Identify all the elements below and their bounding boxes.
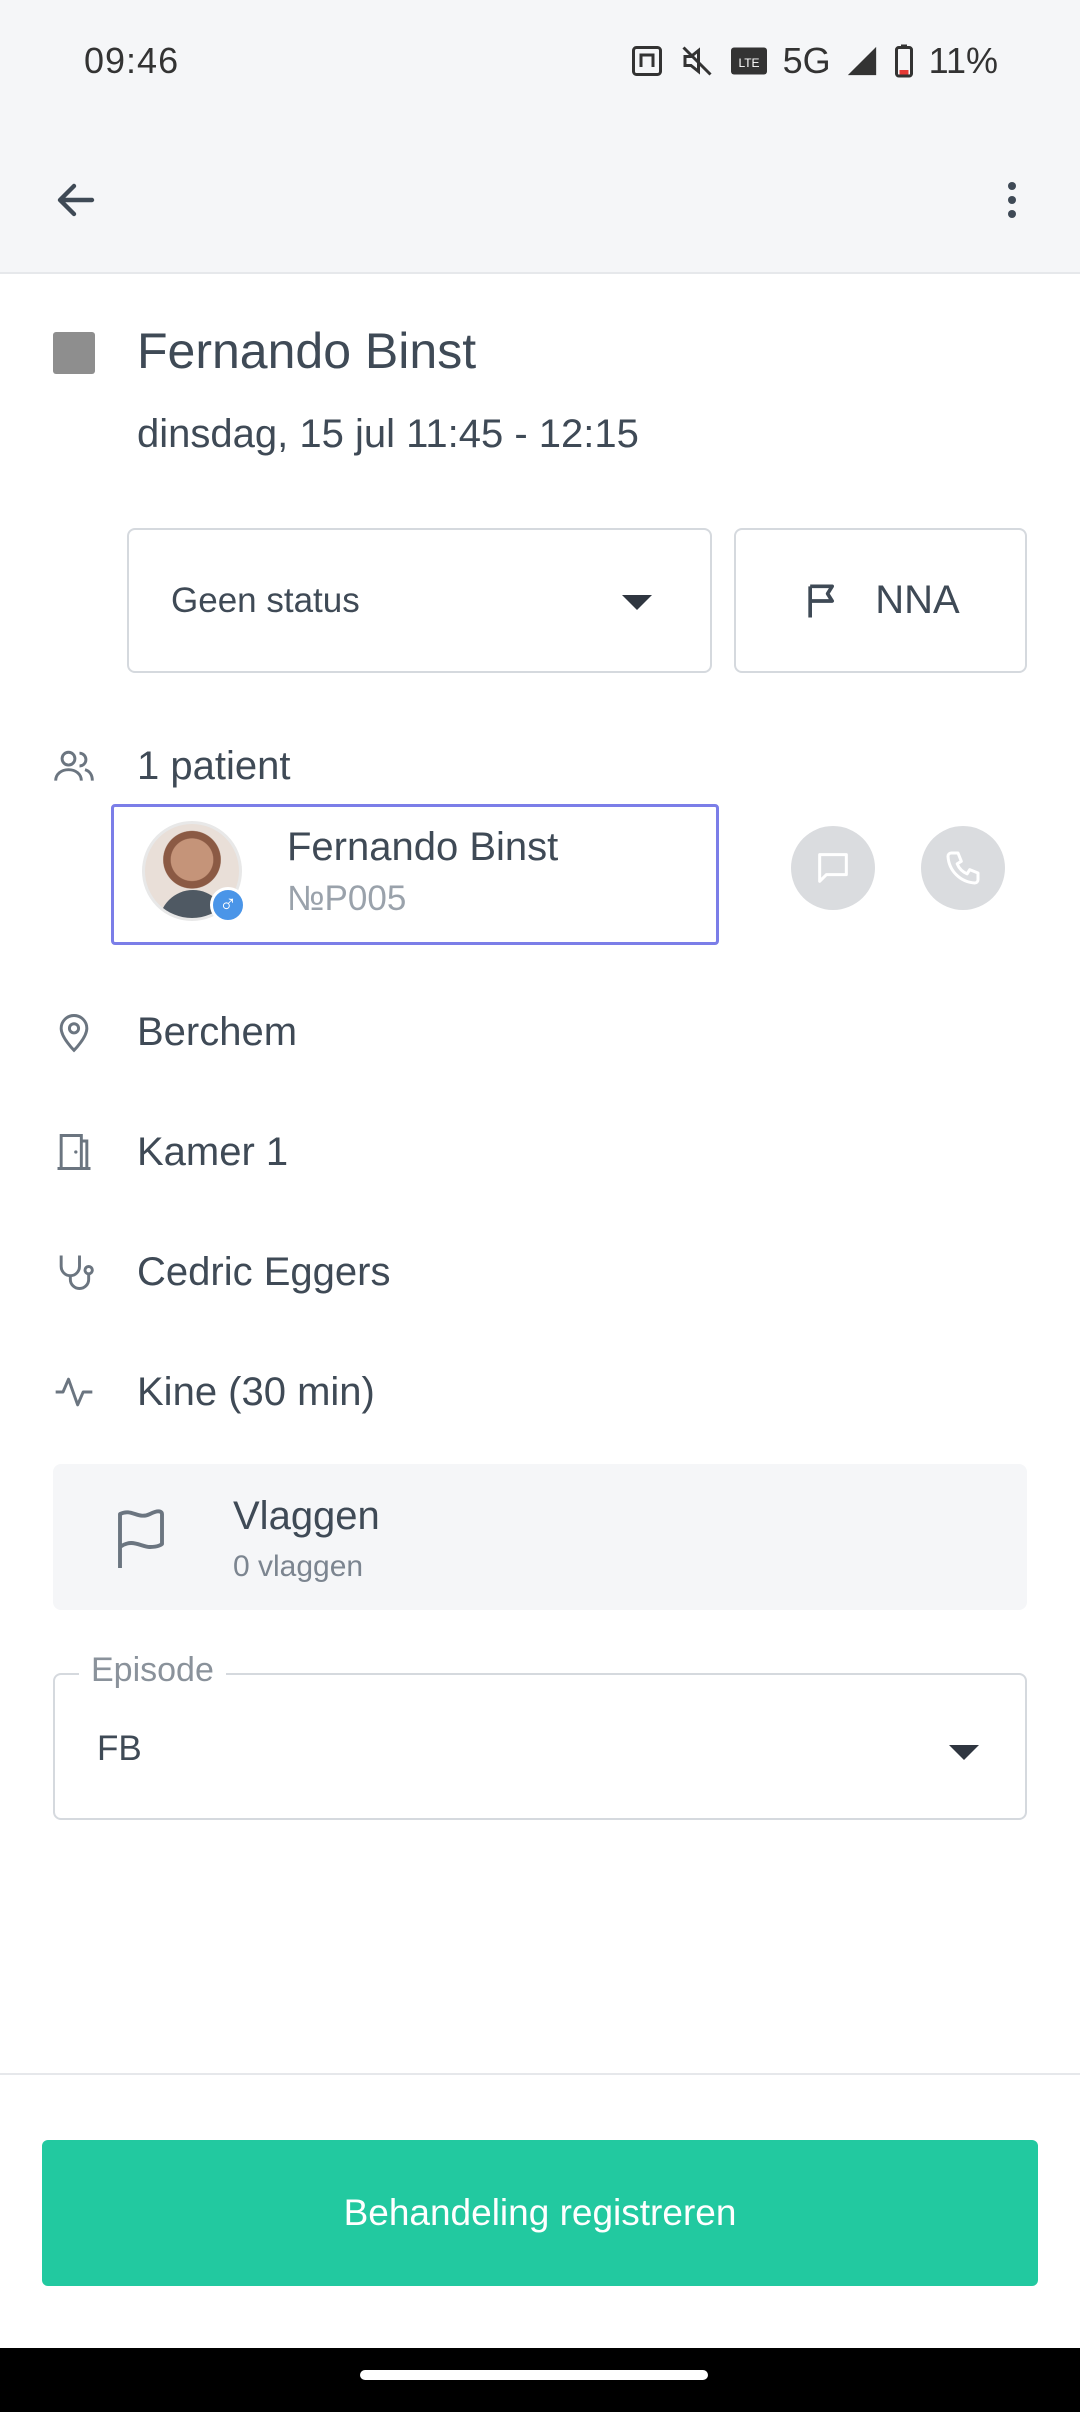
flags-panel[interactable]: Vlaggen 0 vlaggen: [53, 1464, 1027, 1610]
message-icon: [818, 853, 848, 883]
practitioner-text: Cedric Eggers: [137, 1250, 391, 1294]
battery-icon: [893, 43, 915, 79]
appointment-datetime: dinsdag, 15 jul 11:45 - 12:15: [137, 412, 639, 456]
stethoscope-icon: [50, 1248, 98, 1296]
svg-text:LTE: LTE: [738, 56, 759, 70]
network-type: 5G: [782, 40, 831, 81]
message-button[interactable]: [791, 826, 875, 910]
episode-dropdown[interactable]: Episode FB: [53, 1651, 1027, 1820]
status-icons: LTE 5G 11%: [629, 40, 998, 82]
back-button[interactable]: [44, 168, 108, 232]
door-icon: [50, 1128, 98, 1176]
home-gesture-handle[interactable]: [360, 2370, 708, 2380]
caret-down-icon: [622, 595, 652, 610]
patient-name: Fernando Binst: [287, 825, 559, 869]
call-button[interactable]: [921, 826, 1005, 910]
patient-card[interactable]: ♂ Fernando Binst №P005: [111, 804, 719, 945]
arrow-left-icon: [57, 183, 95, 217]
system-nav-bar: [0, 2348, 1080, 2412]
more-vertical-icon: [1008, 182, 1016, 218]
activity-icon: [50, 1368, 98, 1416]
flag-label: NNA: [875, 578, 960, 622]
flag-outline-icon: [118, 1509, 164, 1568]
bottom-divider: [0, 2073, 1080, 2075]
status-bar: 09:46 LTE 5G 11%: [0, 0, 1080, 128]
volte-icon: LTE: [729, 43, 769, 79]
flags-title: Vlaggen: [233, 1494, 380, 1538]
location-pin-icon: [50, 1008, 98, 1056]
more-options-button[interactable]: [980, 168, 1044, 232]
room-text: Kamer 1: [137, 1130, 289, 1174]
status-time: 09:46: [84, 40, 180, 81]
service-text: Kine (30 min): [137, 1370, 375, 1414]
app-bar: [0, 128, 1080, 274]
flags-count: 0 vlaggen: [233, 1550, 364, 1583]
register-treatment-button[interactable]: Behandeling registreren: [42, 2140, 1038, 2286]
phone-icon: [946, 851, 980, 885]
caret-down-icon: [949, 1745, 979, 1760]
male-gender-icon: ♂: [210, 887, 246, 923]
status-dropdown[interactable]: Geen status: [127, 528, 712, 673]
flag-icon: [808, 584, 835, 617]
patient-id: №P005: [287, 879, 407, 918]
location-text: Berchem: [137, 1010, 298, 1054]
users-icon: [50, 742, 98, 790]
patient-count: 1 patient: [137, 744, 291, 788]
appointment-title: Fernando Binst: [137, 323, 477, 379]
appointment-color-indicator: [53, 332, 95, 374]
episode-label: Episode: [79, 1651, 226, 1690]
battery-percent: 11%: [928, 40, 998, 81]
episode-value: FB: [97, 1729, 142, 1768]
status-value: Geen status: [171, 580, 360, 620]
nfc-icon: [629, 43, 665, 79]
mute-icon: [679, 43, 715, 79]
flag-button[interactable]: NNA: [734, 528, 1027, 673]
signal-icon: [845, 44, 879, 78]
